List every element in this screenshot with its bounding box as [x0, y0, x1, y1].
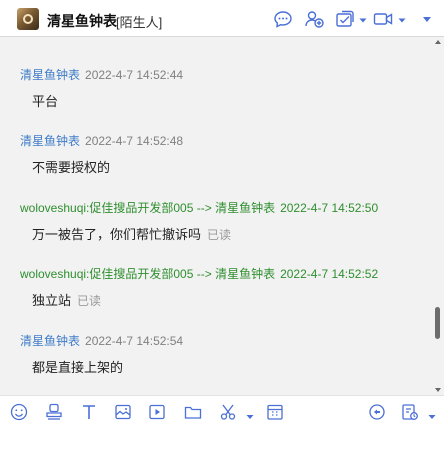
- chat-scrollbar[interactable]: [432, 37, 444, 395]
- message-meta: woloveshuqi:促佳搜品开发部005 --> 清星鱼钟表 2022-4-7…: [20, 200, 378, 216]
- message-sender[interactable]: 清星鱼钟表: [20, 334, 80, 348]
- more-options-caret-icon[interactable]: [416, 8, 438, 30]
- stranger-tag: [陌生人]: [116, 15, 163, 30]
- message-text: 都是直接上架的: [32, 360, 124, 375]
- message-item: woloveshuqi:促佳搜品开发部005 --> 清星鱼钟表 2022-4-7…: [20, 266, 378, 310]
- task-icon[interactable]: [334, 8, 356, 30]
- quick-reply-icon[interactable]: [367, 402, 387, 422]
- avatar[interactable]: [17, 8, 39, 30]
- message-time: 2022-4-7 14:52:52: [280, 267, 379, 281]
- message-text: 不需要授权的: [32, 160, 111, 175]
- add-contact-icon[interactable]: [303, 8, 325, 30]
- scroll-down-arrow-icon[interactable]: [435, 388, 441, 392]
- message-time: 2022-4-7 14:52:54: [85, 334, 184, 348]
- video-icon[interactable]: [147, 402, 167, 422]
- scissors-icon[interactable]: [218, 402, 238, 422]
- emoji-icon[interactable]: [9, 402, 29, 422]
- message-item: woloveshuqi:促佳搜品开发部005 --> 清星鱼钟表 2022-4-7…: [20, 200, 378, 244]
- video-dropdown-caret-icon[interactable]: [397, 12, 407, 23]
- message-item: 清星鱼钟表 2022-4-7 14:52:48 不需要授权的: [20, 133, 183, 177]
- message-item: 清星鱼钟表 2022-4-7 14:52:44 平台: [20, 67, 183, 111]
- message-sender[interactable]: woloveshuqi:促佳搜品开发部005 --> 清星鱼钟表: [20, 201, 275, 215]
- history-dropdown-caret-icon[interactable]: [428, 408, 436, 419]
- message-meta: 清星鱼钟表 2022-4-7 14:52:54: [20, 333, 183, 349]
- message-sender[interactable]: 清星鱼钟表: [20, 134, 80, 148]
- screenshot-dropdown-caret-icon[interactable]: [246, 408, 254, 419]
- video-call-icon[interactable]: [372, 8, 394, 30]
- message-sender[interactable]: woloveshuqi:促佳搜品开发部005 --> 清星鱼钟表: [20, 267, 275, 281]
- font-icon[interactable]: [79, 402, 99, 422]
- message-meta: woloveshuqi:促佳搜品开发部005 --> 清星鱼钟表 2022-4-7…: [20, 266, 378, 282]
- message-text: 万一被告了，你们帮忙撤诉吗 已读: [32, 227, 232, 242]
- chat-header: 清星鱼钟表 [陌生人]: [0, 0, 444, 37]
- message-meta: 清星鱼钟表 2022-4-7 14:52:44: [20, 67, 183, 83]
- task-dropdown-caret-icon[interactable]: [358, 12, 368, 23]
- chat-history[interactable]: 清星鱼钟表 2022-4-7 14:52:44 平台 清星鱼钟表 2022-4-7 …: [0, 37, 444, 395]
- folder-icon[interactable]: [183, 402, 203, 422]
- image-icon[interactable]: [113, 402, 133, 422]
- chat-bubble-icon[interactable]: [272, 8, 294, 30]
- message-meta: 清星鱼钟表 2022-4-7 14:52:48: [20, 133, 183, 149]
- message-time: 2022-4-7 14:52:44: [85, 68, 184, 82]
- message-time: 2022-4-7 14:52:50: [280, 201, 379, 215]
- contact-name: 清星鱼钟表: [47, 13, 117, 29]
- scrollbar-thumb[interactable]: [435, 307, 440, 339]
- stamp-icon[interactable]: [44, 402, 64, 422]
- scroll-up-arrow-icon[interactable]: [435, 40, 441, 44]
- read-status: 已读: [77, 294, 102, 308]
- message-text: 独立站 已读: [32, 293, 102, 308]
- input-toolbar: [0, 395, 444, 427]
- message-item: 清星鱼钟表 2022-4-7 14:52:54 都是直接上架的: [20, 333, 183, 377]
- read-status: 已读: [207, 228, 232, 242]
- message-text: 平台: [32, 94, 59, 109]
- message-sender[interactable]: 清星鱼钟表: [20, 68, 80, 82]
- message-input[interactable]: [0, 427, 444, 470]
- calendar-icon[interactable]: [265, 402, 285, 422]
- message-time: 2022-4-7 14:52:48: [85, 134, 184, 148]
- history-icon[interactable]: [400, 402, 420, 422]
